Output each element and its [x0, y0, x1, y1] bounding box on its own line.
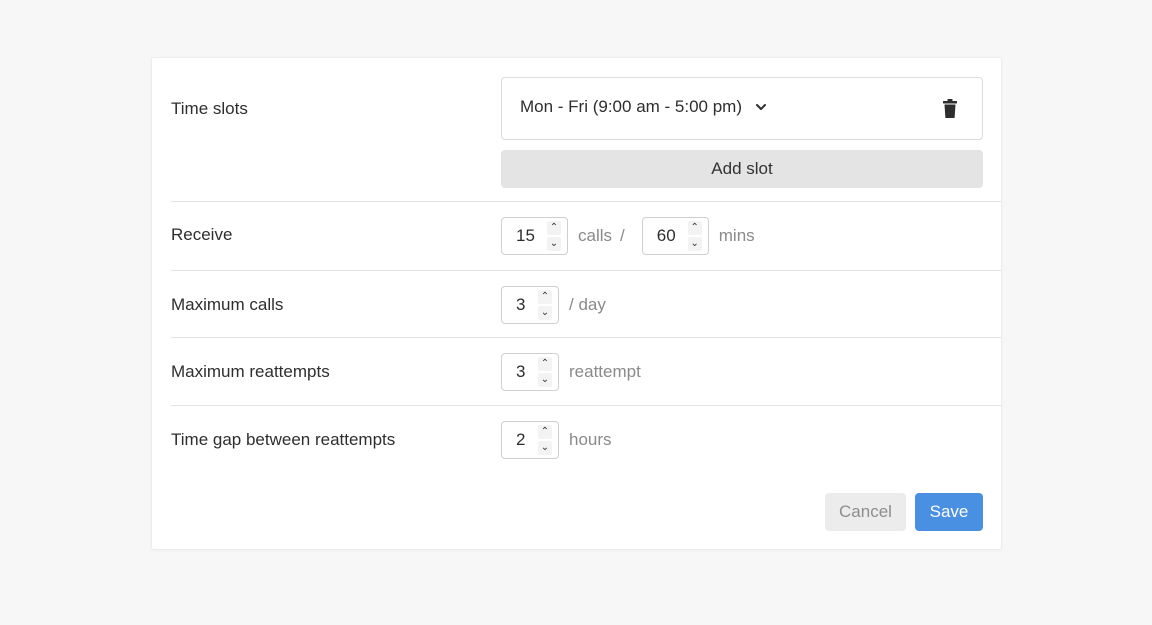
time-slot-select[interactable]: Mon - Fri (9:00 am - 5:00 pm)	[520, 97, 768, 117]
time-gap-decrement-icon[interactable]: ⌄	[538, 441, 552, 455]
maximum-reattempts-label: Maximum reattempts	[171, 362, 330, 381]
maximum-calls-field: 3 ⌃ ⌄ / day	[501, 286, 606, 324]
call-settings-card: Time slots Mon - Fri (9:00 am - 5:00 pm)…	[151, 57, 1002, 550]
calls-increment-icon[interactable]: ⌃	[547, 221, 561, 235]
time-slots-label: Time slots	[171, 99, 248, 118]
time-gap-unit: hours	[569, 430, 612, 449]
time-gap-label: Time gap between reattempts	[171, 430, 396, 449]
maximum-reattempts-unit: reattempt	[569, 362, 641, 381]
calls-value: 15	[516, 226, 535, 245]
calls-spin-buttons: ⌃ ⌄	[547, 221, 561, 251]
time-gap-stepper[interactable]: 2 ⌃ ⌄	[501, 421, 559, 459]
time-gap-value: 2	[516, 430, 526, 449]
maximum-calls-value: 3	[516, 295, 526, 314]
time-slot-value: Mon - Fri (9:00 am - 5:00 pm)	[520, 97, 743, 116]
trash-icon[interactable]	[942, 99, 958, 119]
mins-stepper[interactable]: 60 ⌃ ⌄	[641, 217, 709, 255]
maximum-calls-stepper[interactable]: 3 ⌃ ⌄	[501, 286, 559, 324]
mins-unit: mins	[718, 226, 755, 245]
receive-row: Receive 15 ⌃ ⌄ calls / 60 ⌃ ⌄ mins	[171, 202, 1001, 271]
maximum-reattempts-stepper[interactable]: 3 ⌃ ⌄	[501, 353, 559, 391]
maximum-calls-row: Maximum calls 3 ⌃ ⌄ / day	[171, 271, 1001, 338]
chevron-down-icon	[756, 104, 767, 110]
maximum-reattempts-row: Maximum reattempts 3 ⌃ ⌄ reattempt	[171, 338, 1001, 406]
mins-spin-buttons: ⌃ ⌄	[687, 221, 702, 251]
time-gap-row: Time gap between reattempts 2 ⌃ ⌄ hours	[171, 406, 1001, 474]
maximum-reattempts-increment-icon[interactable]: ⌃	[538, 357, 552, 371]
maximum-calls-spin-buttons: ⌃ ⌄	[538, 290, 552, 320]
add-slot-button[interactable]: Add slot	[501, 150, 983, 188]
mins-decrement-icon[interactable]: ⌄	[687, 237, 702, 251]
maximum-calls-unit: / day	[569, 295, 606, 314]
calls-stepper[interactable]: 15 ⌃ ⌄	[501, 217, 568, 255]
time-gap-field: 2 ⌃ ⌄ hours	[501, 421, 612, 459]
mins-increment-icon[interactable]: ⌃	[687, 221, 702, 235]
maximum-reattempts-decrement-icon[interactable]: ⌄	[538, 373, 552, 387]
maximum-calls-decrement-icon[interactable]: ⌄	[538, 306, 552, 320]
maximum-reattempts-field: 3 ⌃ ⌄ reattempt	[501, 353, 641, 391]
time-gap-increment-icon[interactable]: ⌃	[538, 425, 552, 439]
mins-value: 60	[656, 226, 676, 245]
maximum-reattempts-value: 3	[516, 362, 526, 381]
receive-label: Receive	[171, 225, 233, 244]
maximum-calls-increment-icon[interactable]: ⌃	[538, 290, 552, 304]
calls-unit: calls	[578, 226, 613, 245]
page: Time slots Mon - Fri (9:00 am - 5:00 pm)…	[0, 0, 1152, 625]
save-button[interactable]: Save	[915, 493, 983, 531]
time-gap-spin-buttons: ⌃ ⌄	[538, 425, 552, 455]
maximum-calls-label: Maximum calls	[171, 295, 284, 314]
cancel-button[interactable]: Cancel	[825, 493, 906, 531]
time-slots-row: Time slots Mon - Fri (9:00 am - 5:00 pm)…	[171, 58, 1001, 202]
receive-separator: /	[620, 226, 625, 245]
time-slot-item: Mon - Fri (9:00 am - 5:00 pm)	[501, 77, 983, 140]
receive-field: 15 ⌃ ⌄ calls / 60 ⌃ ⌄ mins	[501, 217, 755, 255]
maximum-reattempts-spin-buttons: ⌃ ⌄	[538, 357, 552, 387]
calls-decrement-icon[interactable]: ⌄	[547, 237, 561, 251]
